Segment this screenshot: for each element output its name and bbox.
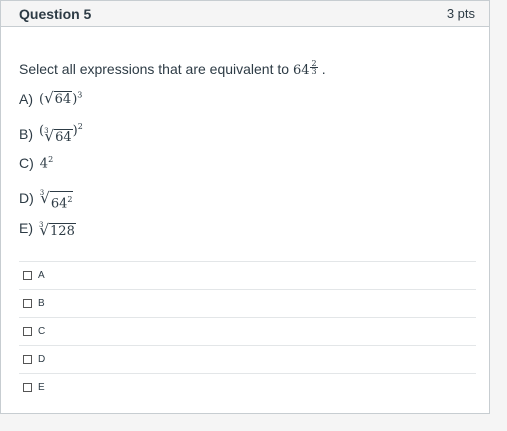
radicand-base: 64 bbox=[50, 196, 68, 212]
checkbox[interactable] bbox=[23, 355, 32, 364]
question-points: 3 pts bbox=[446, 6, 475, 21]
radical-sign: √ bbox=[39, 221, 50, 239]
radicand: 64 bbox=[54, 129, 73, 146]
prompt-base: 64 bbox=[292, 63, 310, 78]
cube-radical: 3 √ 64 bbox=[44, 127, 73, 146]
option-divider bbox=[19, 345, 476, 346]
option-label[interactable]: C bbox=[38, 326, 45, 337]
checkbox[interactable] bbox=[23, 299, 32, 308]
expression-label: B) bbox=[19, 125, 33, 142]
question-header: Question 5 3 pts bbox=[1, 1, 489, 27]
question-card: Question 5 3 pts Select all expressions … bbox=[0, 0, 490, 414]
option-label[interactable]: A bbox=[38, 270, 45, 281]
question-title: Question 5 bbox=[19, 5, 92, 22]
radicand: 128 bbox=[49, 223, 76, 239]
radical-sign: √ bbox=[44, 89, 54, 107]
option-label[interactable]: D bbox=[38, 354, 45, 365]
radicand: 642 bbox=[49, 191, 74, 212]
expression-math: 3 √ 128 bbox=[39, 217, 76, 239]
option-divider bbox=[19, 317, 476, 318]
expression-label: A) bbox=[19, 90, 33, 107]
power-exponent: 2 bbox=[48, 155, 54, 164]
power-base: 4 bbox=[39, 156, 49, 172]
answer-option-a[interactable]: A bbox=[23, 270, 45, 281]
answer-option-d[interactable]: D bbox=[23, 354, 45, 365]
radicand: 64 bbox=[53, 91, 73, 107]
radical-sign: √ bbox=[40, 189, 50, 207]
expression-label: E) bbox=[19, 220, 33, 236]
checkbox[interactable] bbox=[23, 383, 32, 392]
checkbox[interactable] bbox=[23, 271, 32, 280]
prompt-exponent: 23 bbox=[310, 60, 318, 76]
radicand-exponent: 2 bbox=[67, 195, 73, 204]
expression-math: (3 √ 64)2 bbox=[39, 122, 83, 146]
option-divider bbox=[19, 373, 476, 374]
expression-math: 42 bbox=[40, 155, 53, 171]
expression-a: A) (√ 64)3 bbox=[19, 90, 82, 107]
cube-radical: 3 √ 128 bbox=[39, 221, 76, 239]
option-label[interactable]: B bbox=[38, 298, 45, 309]
prompt-exp-den: 3 bbox=[311, 67, 317, 76]
answer-option-e[interactable]: E bbox=[23, 382, 45, 393]
radical-sign: √ bbox=[44, 127, 55, 146]
prompt-expression: 64 2 3 bbox=[292, 60, 322, 78]
answers-divider bbox=[19, 261, 476, 262]
answer-option-b[interactable]: B bbox=[23, 298, 45, 309]
sqrt-radical: √ 64 bbox=[44, 89, 73, 107]
outer-exponent: 2 bbox=[77, 122, 83, 131]
expression-math: 3 √ 642 bbox=[40, 185, 74, 211]
cube-radical: 3 √ 642 bbox=[40, 189, 74, 212]
expression-e: E) 3 √ 128 bbox=[19, 217, 76, 239]
expression-label: D) bbox=[19, 190, 34, 207]
expression-b: B) (3 √ 64)2 bbox=[19, 122, 83, 145]
checkbox[interactable] bbox=[23, 327, 32, 336]
option-divider bbox=[19, 289, 476, 290]
expression-math: (√ 64)3 bbox=[39, 89, 83, 107]
prompt-trail: . bbox=[321, 61, 326, 77]
outer-exponent: 3 bbox=[77, 90, 83, 100]
prompt-text: Select all expressions that are equivale… bbox=[19, 61, 290, 77]
expression-d: D) 3 √ 642 bbox=[19, 185, 74, 211]
answer-option-c[interactable]: C bbox=[23, 326, 45, 337]
question-prompt: Select all expressions that are equivale… bbox=[19, 60, 326, 79]
expression-label: C) bbox=[19, 155, 34, 172]
option-label[interactable]: E bbox=[38, 382, 45, 393]
expression-c: C) 42 bbox=[19, 155, 53, 171]
